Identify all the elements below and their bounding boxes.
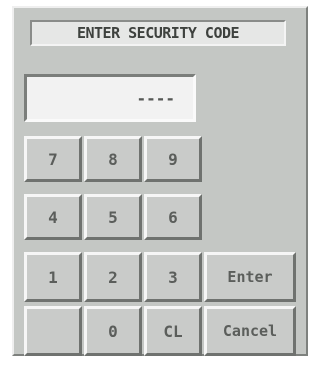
clear-button[interactable]: CL xyxy=(144,306,202,356)
key-4[interactable]: 4 xyxy=(24,194,82,240)
key-9[interactable]: 9 xyxy=(144,136,202,182)
key-6[interactable]: 6 xyxy=(144,194,202,240)
blank-key[interactable] xyxy=(24,306,82,356)
key-3[interactable]: 3 xyxy=(144,252,202,302)
key-7[interactable]: 7 xyxy=(24,136,82,182)
code-display: ---- xyxy=(24,74,196,122)
key-0[interactable]: 0 xyxy=(84,306,142,356)
key-5[interactable]: 5 xyxy=(84,194,142,240)
dialog-title: ENTER SECURITY CODE xyxy=(30,20,286,46)
cancel-button[interactable]: Cancel xyxy=(204,306,296,356)
enter-button[interactable]: Enter xyxy=(204,252,296,302)
key-8[interactable]: 8 xyxy=(84,136,142,182)
key-1[interactable]: 1 xyxy=(24,252,82,302)
key-2[interactable]: 2 xyxy=(84,252,142,302)
